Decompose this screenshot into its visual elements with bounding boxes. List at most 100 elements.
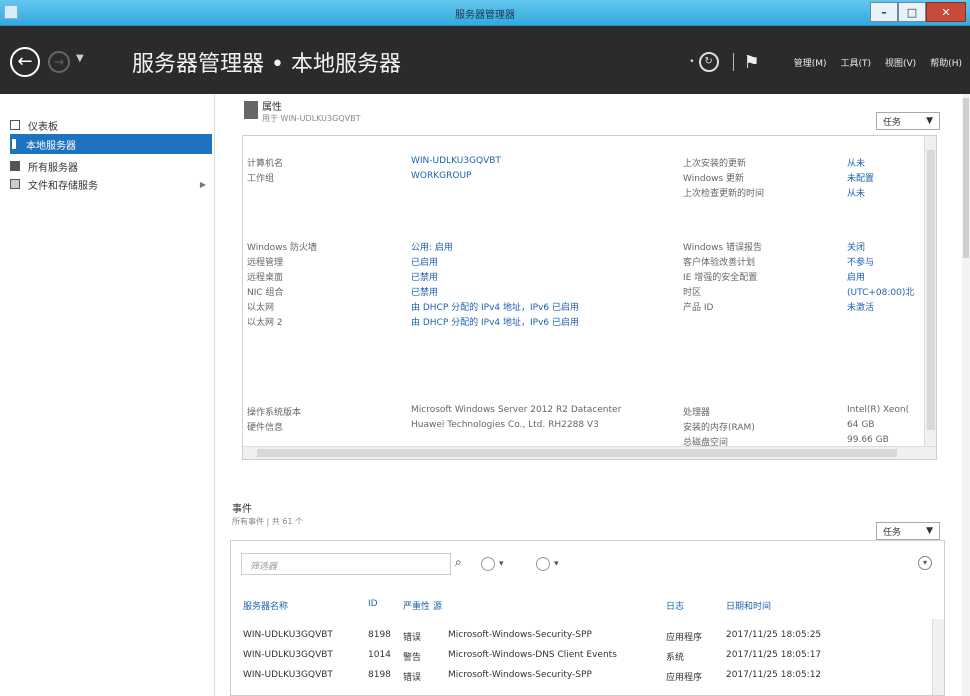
prop-ethernet-value[interactable]: 由 DHCP 分配的 IPv4 地址，IPv6 已启用 — [411, 300, 579, 313]
prop-computer-name: 计算机名 — [247, 156, 283, 169]
prop-value[interactable]: WIN-UDLKU3GQVBT — [411, 156, 501, 166]
close-button[interactable]: ✕ — [926, 2, 966, 22]
col-id[interactable]: ID — [368, 599, 378, 609]
prop-label: 以太网 — [247, 303, 275, 313]
filter-input[interactable]: 筛选器 — [241, 553, 451, 575]
prop-value[interactable]: 已启用 — [411, 258, 438, 268]
prop-value[interactable]: 未配置 — [847, 174, 874, 184]
prop-label: 工作组 — [247, 174, 275, 184]
prop-label: IE 增强的安全配置 — [683, 273, 758, 283]
prop-label: 产品 ID — [683, 303, 714, 313]
search-icon[interactable]: ⌕ — [455, 555, 462, 570]
filter-criteria-button[interactable]: ▾ — [536, 556, 578, 572]
properties-hscroll[interactable] — [243, 446, 936, 459]
prop-timezone: 时区 — [683, 285, 701, 298]
col-source[interactable]: 源 — [433, 599, 442, 612]
prop-value[interactable]: 由 DHCP 分配的 IPv4 地址，IPv6 已启用 — [411, 303, 579, 313]
prop-nic-teaming-value[interactable]: 已禁用 — [411, 285, 438, 298]
prop-ie-esc: IE 增强的安全配置 — [683, 270, 757, 283]
prop-value[interactable]: 不参与 — [847, 258, 874, 268]
prop-timezone-value[interactable]: (UTC+08:00)北 — [847, 285, 914, 298]
menu-tools[interactable]: 工具(T) — [840, 56, 871, 69]
prop-ie-esc-value[interactable]: 启用 — [847, 270, 865, 283]
prop-ethernet2-value[interactable]: 由 DHCP 分配的 IPv4 地址，IPv6 已启用 — [411, 315, 579, 328]
prop-value[interactable]: WORKGROUP — [411, 171, 471, 181]
prop-value[interactable]: 启用 — [847, 273, 865, 283]
prop-windows-update-value[interactable]: 未配置 — [847, 171, 874, 184]
prop-label: Windows 更新 — [683, 174, 745, 184]
dashboard-icon — [10, 120, 20, 130]
scroll-thumb[interactable] — [927, 150, 935, 430]
prop-value: Microsoft Windows Server 2012 R2 Datacen… — [411, 405, 622, 415]
maximize-button[interactable]: □ — [898, 2, 926, 22]
prop-remote-desktop-value[interactable]: 已禁用 — [411, 270, 438, 283]
prop-hardware: 硬件信息 — [247, 420, 283, 433]
properties-panel: 计算机名 WIN-UDLKU3GQVBT 工作组 WORKGROUP 上次安装的… — [242, 135, 937, 460]
prop-value: 64 GB — [847, 420, 875, 430]
back-arrow-icon[interactable]: ← — [10, 47, 40, 77]
col-log[interactable]: 日志 — [666, 599, 684, 612]
prop-value[interactable]: 已禁用 — [411, 288, 438, 298]
menu-manage[interactable]: 管理(M) — [794, 56, 827, 69]
properties-vscroll[interactable] — [924, 136, 936, 446]
filter-options-button[interactable]: ▾ — [481, 556, 523, 572]
prop-label: 上次安装的更新 — [683, 159, 747, 169]
prop-value[interactable]: 已禁用 — [411, 273, 438, 283]
prop-windows-update: Windows 更新 — [683, 171, 744, 184]
cell-log: 系统 — [666, 653, 685, 663]
cell-source: Microsoft-Windows-Security-SPP — [448, 670, 592, 680]
prop-value[interactable]: (UTC+08:00)北 — [847, 288, 914, 298]
servers-icon — [10, 161, 20, 171]
chevron-right-icon[interactable]: ▶ — [200, 180, 206, 189]
prop-ceip-value[interactable]: 不参与 — [847, 255, 874, 268]
col-server-name[interactable]: 服务器名称 — [243, 599, 288, 612]
table-row[interactable]: WIN-UDLKU3GQVBT 8198 错误 Microsoft-Window… — [231, 627, 931, 647]
prop-label: 处理器 — [683, 408, 711, 418]
sidebar-item-dashboard[interactable]: 仪表板 — [10, 115, 212, 135]
events-title: 事件 — [232, 504, 252, 515]
sidebar-item-local-server[interactable]: 本地服务器 — [10, 134, 212, 154]
scroll-thumb[interactable] — [257, 449, 897, 457]
prop-remote-mgmt-value[interactable]: 已启用 — [411, 255, 438, 268]
prop-error-report-value[interactable]: 关闭 — [847, 240, 865, 253]
table-row[interactable]: WIN-UDLKU3GQVBT 1014 警告 Microsoft-Window… — [231, 647, 931, 667]
forward-arrow-icon[interactable]: → — [48, 51, 70, 73]
sidebar-item-all-servers[interactable]: 所有服务器 — [10, 156, 212, 176]
prop-last-check-value[interactable]: 从未 — [847, 186, 865, 199]
chevron-down-icon: ▾ — [499, 559, 504, 569]
main-scrollbar[interactable] — [962, 94, 970, 696]
events-vscroll[interactable] — [932, 619, 944, 695]
window-titlebar: 服务器管理器 – □ ✕ — [0, 0, 970, 26]
events-tasks-dropdown[interactable]: 任务 ▼ — [876, 522, 940, 540]
prop-value[interactable]: 由 DHCP 分配的 IPv4 地址，IPv6 已启用 — [411, 318, 579, 328]
col-severity[interactable]: 严重性 — [403, 599, 430, 612]
properties-tasks-dropdown[interactable]: 任务 ▼ — [876, 112, 940, 130]
prop-value[interactable]: 未激活 — [847, 303, 874, 313]
table-row[interactable]: WIN-UDLKU3GQVBT 8198 错误 Microsoft-Window… — [231, 667, 931, 687]
history-dropdown-icon[interactable]: ▼ — [76, 53, 84, 64]
prop-value[interactable]: 公用: 启用 — [411, 243, 453, 253]
prop-product-id-value[interactable]: 未激活 — [847, 300, 874, 313]
prop-ethernet: 以太网 — [247, 300, 274, 313]
col-datetime[interactable]: 日期和时间 — [726, 599, 771, 612]
menu-view[interactable]: 视图(V) — [885, 56, 916, 69]
notification-flag-icon[interactable]: ⚑ — [744, 52, 760, 73]
prop-hardware-value: Huawei Technologies Co., Ltd. RH2288 V3 — [411, 420, 599, 430]
chevron-down-icon: ▼ — [926, 526, 933, 536]
prop-value[interactable]: 从未 — [847, 189, 865, 199]
prop-firewall-value[interactable]: 公用: 启用 — [411, 240, 453, 253]
prop-last-update-value[interactable]: 从未 — [847, 156, 865, 169]
expand-icon[interactable]: ▾ — [918, 556, 932, 570]
cell-id: 1014 — [368, 650, 391, 660]
minimize-button[interactable]: – — [870, 2, 898, 22]
menu-help[interactable]: 帮助(H) — [930, 56, 962, 69]
sidebar-item-file-storage[interactable]: 文件和存储服务 ▶ — [10, 174, 212, 194]
prop-workgroup-value[interactable]: WORKGROUP — [411, 171, 471, 181]
prop-value[interactable]: 从未 — [847, 159, 865, 169]
refresh-icon[interactable]: ↻ — [698, 52, 719, 72]
scroll-thumb[interactable] — [963, 98, 969, 258]
prop-os-version: 操作系统版本 — [247, 405, 301, 418]
prop-value[interactable]: 关闭 — [847, 243, 865, 253]
cell-id: 8198 — [368, 670, 391, 680]
prop-computer-name-value[interactable]: WIN-UDLKU3GQVBT — [411, 156, 501, 166]
